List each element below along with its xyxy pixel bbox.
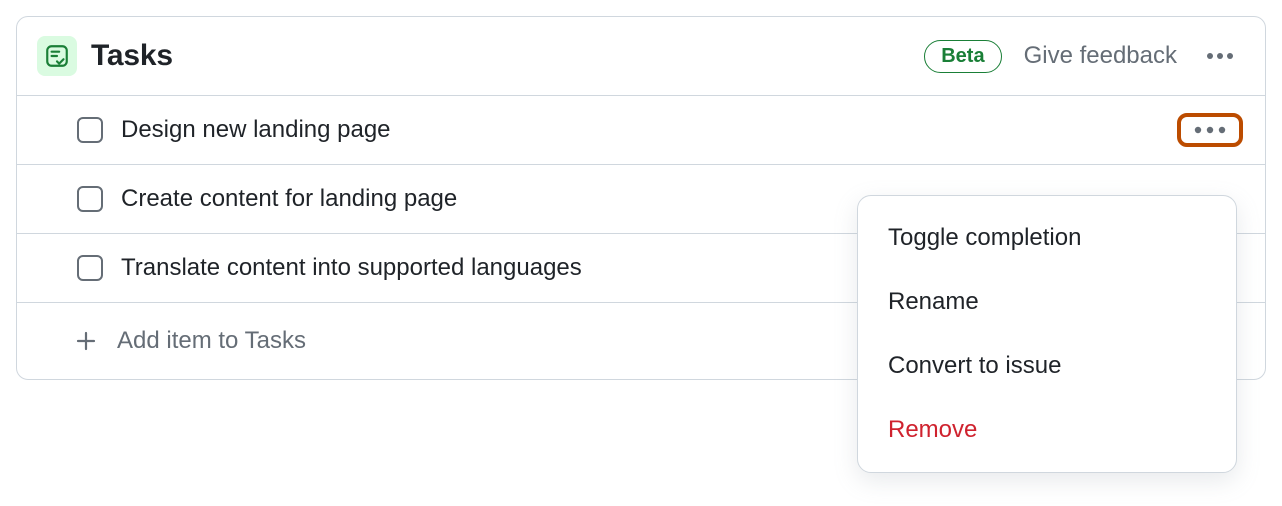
- panel-header: Tasks Beta Give feedback: [17, 17, 1265, 95]
- menu-item-rename[interactable]: Rename: [858, 270, 1236, 334]
- task-row[interactable]: Design new landing page: [17, 95, 1265, 164]
- task-context-menu: Toggle completion Rename Convert to issu…: [857, 195, 1237, 473]
- panel-more-button[interactable]: [1199, 35, 1241, 77]
- task-checkbox[interactable]: [77, 255, 103, 281]
- plus-icon: [73, 328, 99, 354]
- tasks-panel: Tasks Beta Give feedback Design new land…: [16, 16, 1266, 380]
- tasks-list-icon: [37, 36, 77, 76]
- header-actions: Beta Give feedback: [924, 35, 1241, 77]
- task-more-button[interactable]: [1187, 125, 1233, 135]
- beta-badge: Beta: [924, 40, 1001, 73]
- task-more-button-highlight: [1177, 113, 1243, 147]
- task-checkbox[interactable]: [77, 117, 103, 143]
- panel-title-wrap: Tasks: [37, 36, 924, 76]
- give-feedback-link[interactable]: Give feedback: [1024, 42, 1177, 70]
- more-horizontal-icon: [1206, 52, 1234, 60]
- menu-item-remove[interactable]: Remove: [858, 398, 1236, 462]
- task-checkbox[interactable]: [77, 186, 103, 212]
- menu-item-toggle-completion[interactable]: Toggle completion: [858, 206, 1236, 270]
- more-horizontal-icon: [1193, 126, 1227, 134]
- add-item-label: Add item to Tasks: [117, 327, 306, 355]
- task-label: Design new landing page: [121, 116, 1241, 144]
- panel-title: Tasks: [91, 39, 173, 73]
- menu-item-convert-to-issue[interactable]: Convert to issue: [858, 334, 1236, 398]
